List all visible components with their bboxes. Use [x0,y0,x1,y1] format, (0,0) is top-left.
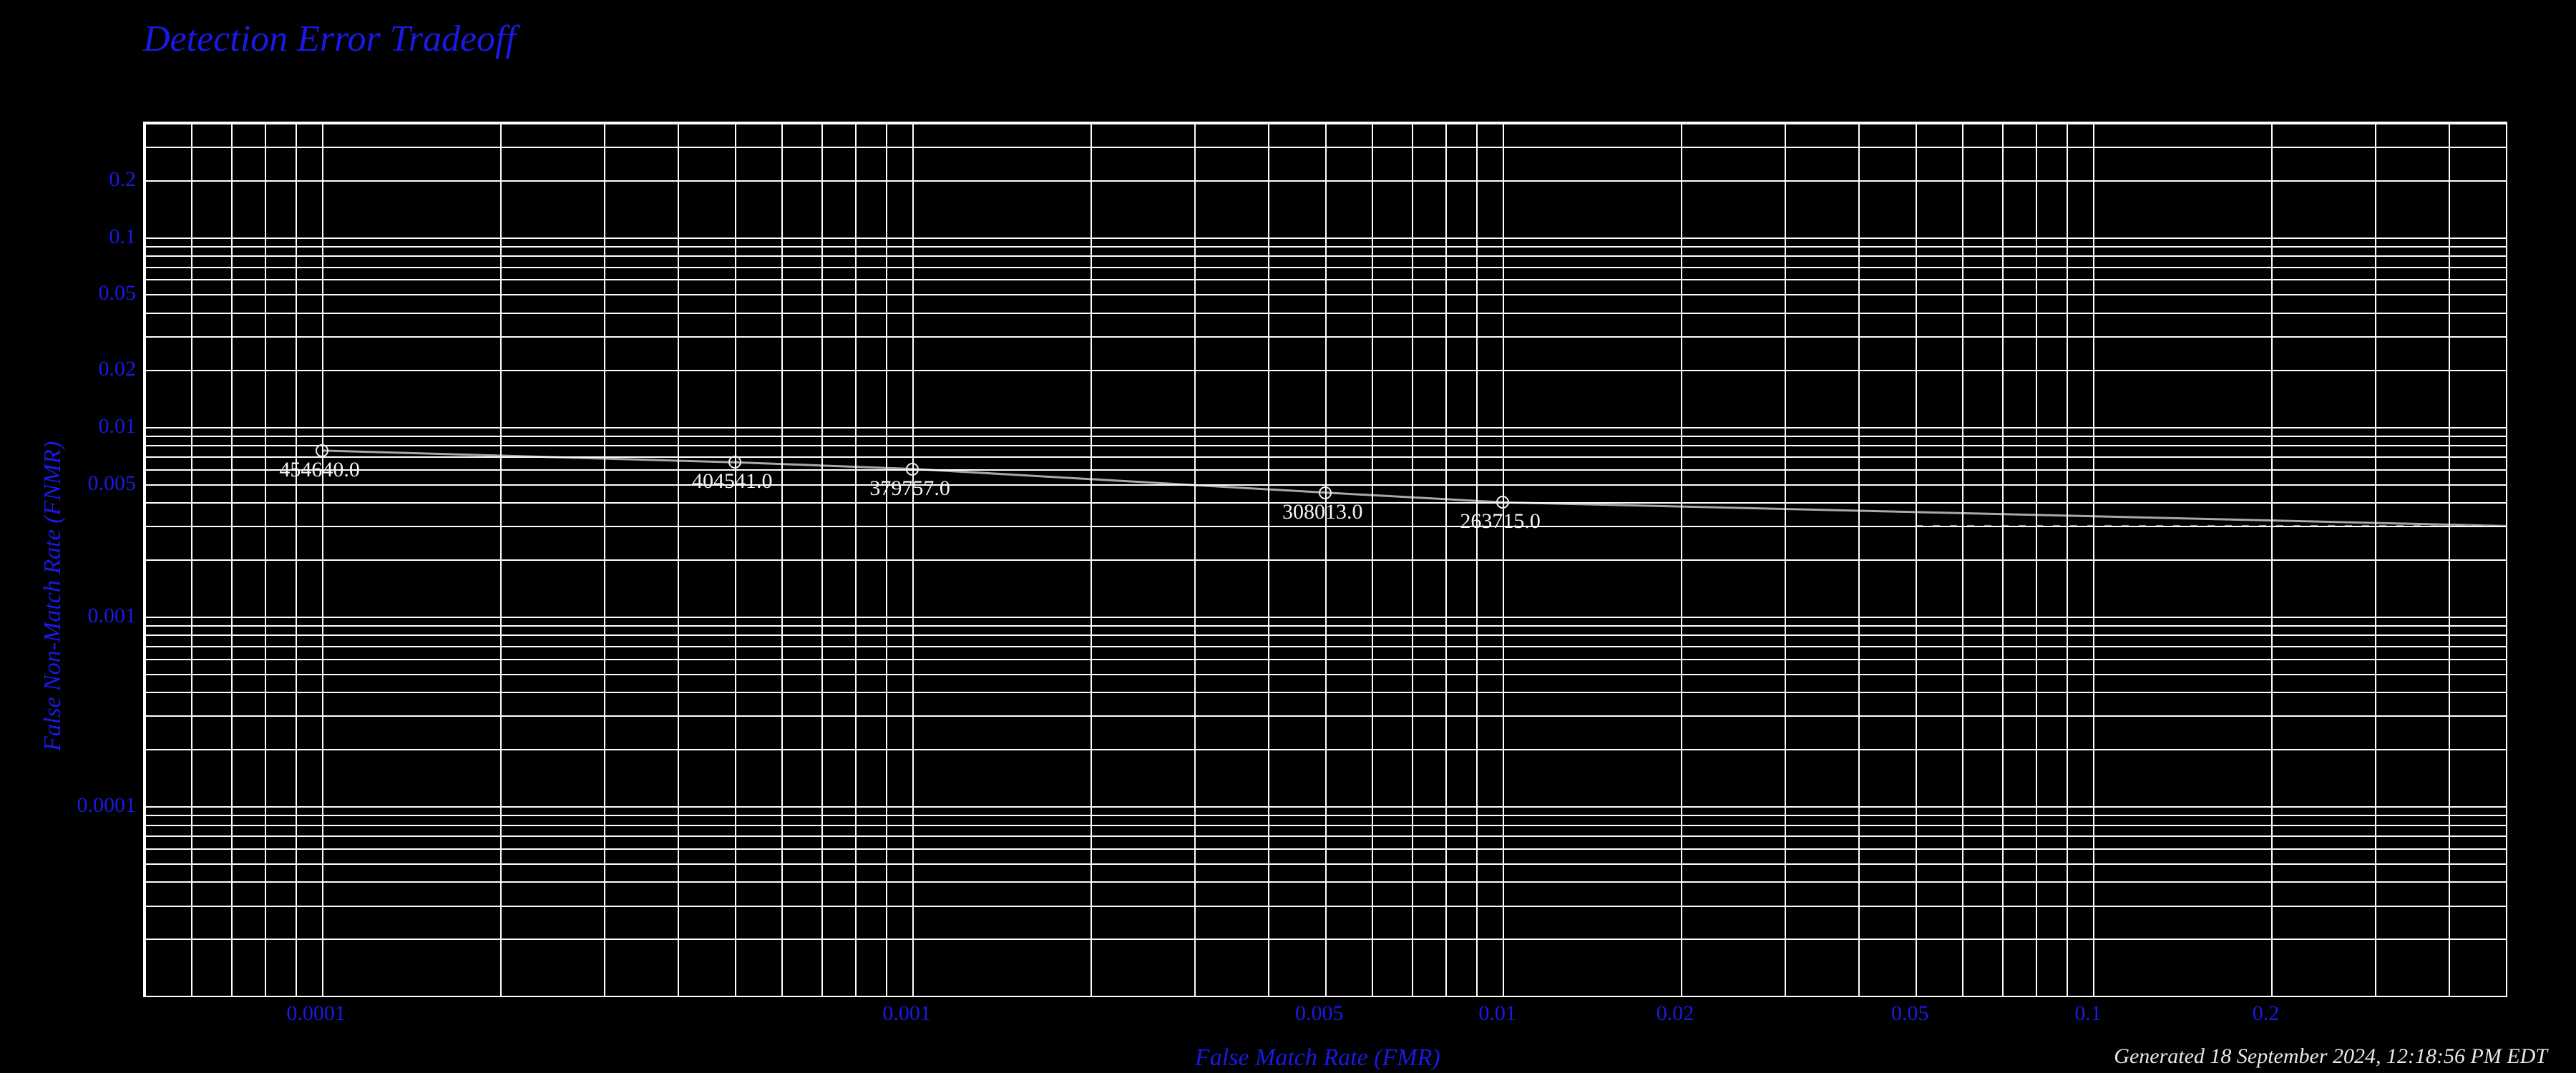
y-tick: 0.005 [57,471,136,496]
data-point-marker [728,456,741,469]
chart-title: Detection Error Tradeoff [143,18,516,60]
data-point-label: 308013.0 [1282,500,1363,524]
gridline-h [145,825,2506,826]
gridline-h [145,445,2506,446]
gridline-h [145,659,2506,660]
data-point-label: 454640.0 [279,458,360,482]
gridline-h [145,246,2506,248]
gridline-h [145,848,2506,850]
data-point-marker [906,463,919,476]
data-point-marker [1319,486,1332,499]
gridline-h [145,370,2506,371]
data-point-marker [1496,496,1509,509]
gridline-h [145,806,2506,808]
gridline-h [145,559,2506,561]
y-tick: 0.1 [57,225,136,249]
x-tick: 0.01 [1478,1001,1516,1026]
gridline-h [145,881,2506,883]
y-tick: 0.0001 [57,793,136,818]
data-point-label: 263715.0 [1460,509,1541,534]
gridline-h [145,147,2506,148]
x-tick: 0.05 [1891,1001,1929,1026]
gridline-h [145,313,2506,314]
gridline-h [145,715,2506,717]
gridline-h [145,526,2506,527]
gridline-h [145,692,2506,693]
y-tick: 0.05 [57,281,136,305]
gridline-h [145,237,2506,239]
gridline-h [145,815,2506,816]
gridline-h [145,484,2506,486]
x-tick: 0.001 [882,1001,931,1026]
y-tick: 0.02 [57,357,136,381]
x-tick: 0.1 [2074,1001,2102,1026]
gridline-h [145,336,2506,338]
gridline-h [145,906,2506,907]
y-tick: 0.001 [57,604,136,628]
gridline-h [145,939,2506,940]
x-tick: 0.2 [2253,1001,2280,1026]
gridline-h [145,427,2506,428]
gridline-h [145,123,2506,124]
gridline-h [145,863,2506,865]
gridline-h [145,674,2506,675]
y-tick: 0.01 [57,414,136,438]
y-tick: 0.2 [57,167,136,192]
x-tick: 0.02 [1657,1001,1694,1026]
gridline-h [145,279,2506,280]
gridline-h [145,436,2506,437]
plot-area: 454640.0 404541.0 379757.0 308013.0 263715.0 [143,122,2507,997]
data-point-label: 379757.0 [869,476,950,501]
gridline-h [145,625,2506,627]
gridline-h [145,635,2506,636]
gridline-v [2506,123,2507,996]
gridline-h [145,617,2506,618]
x-tick: 0.005 [1295,1001,1344,1026]
data-point-label: 404541.0 [692,469,773,494]
generated-timestamp: Generated 18 September 2024, 12:18:56 PM… [2114,1044,2547,1069]
x-tick: 0.0001 [286,1001,346,1026]
gridline-h [145,996,2506,997]
gridline-h [145,749,2506,750]
gridline-h [145,255,2506,257]
gridline-h [145,646,2506,647]
gridline-h [145,456,2506,458]
x-axis-label: False Match Rate (FMR) [1195,1044,1440,1072]
gridline-h [145,836,2506,837]
gridline-h [145,267,2506,268]
gridline-h [145,294,2506,295]
gridline-h [145,180,2506,182]
data-point-marker [316,444,328,457]
gridline-h [145,469,2506,471]
